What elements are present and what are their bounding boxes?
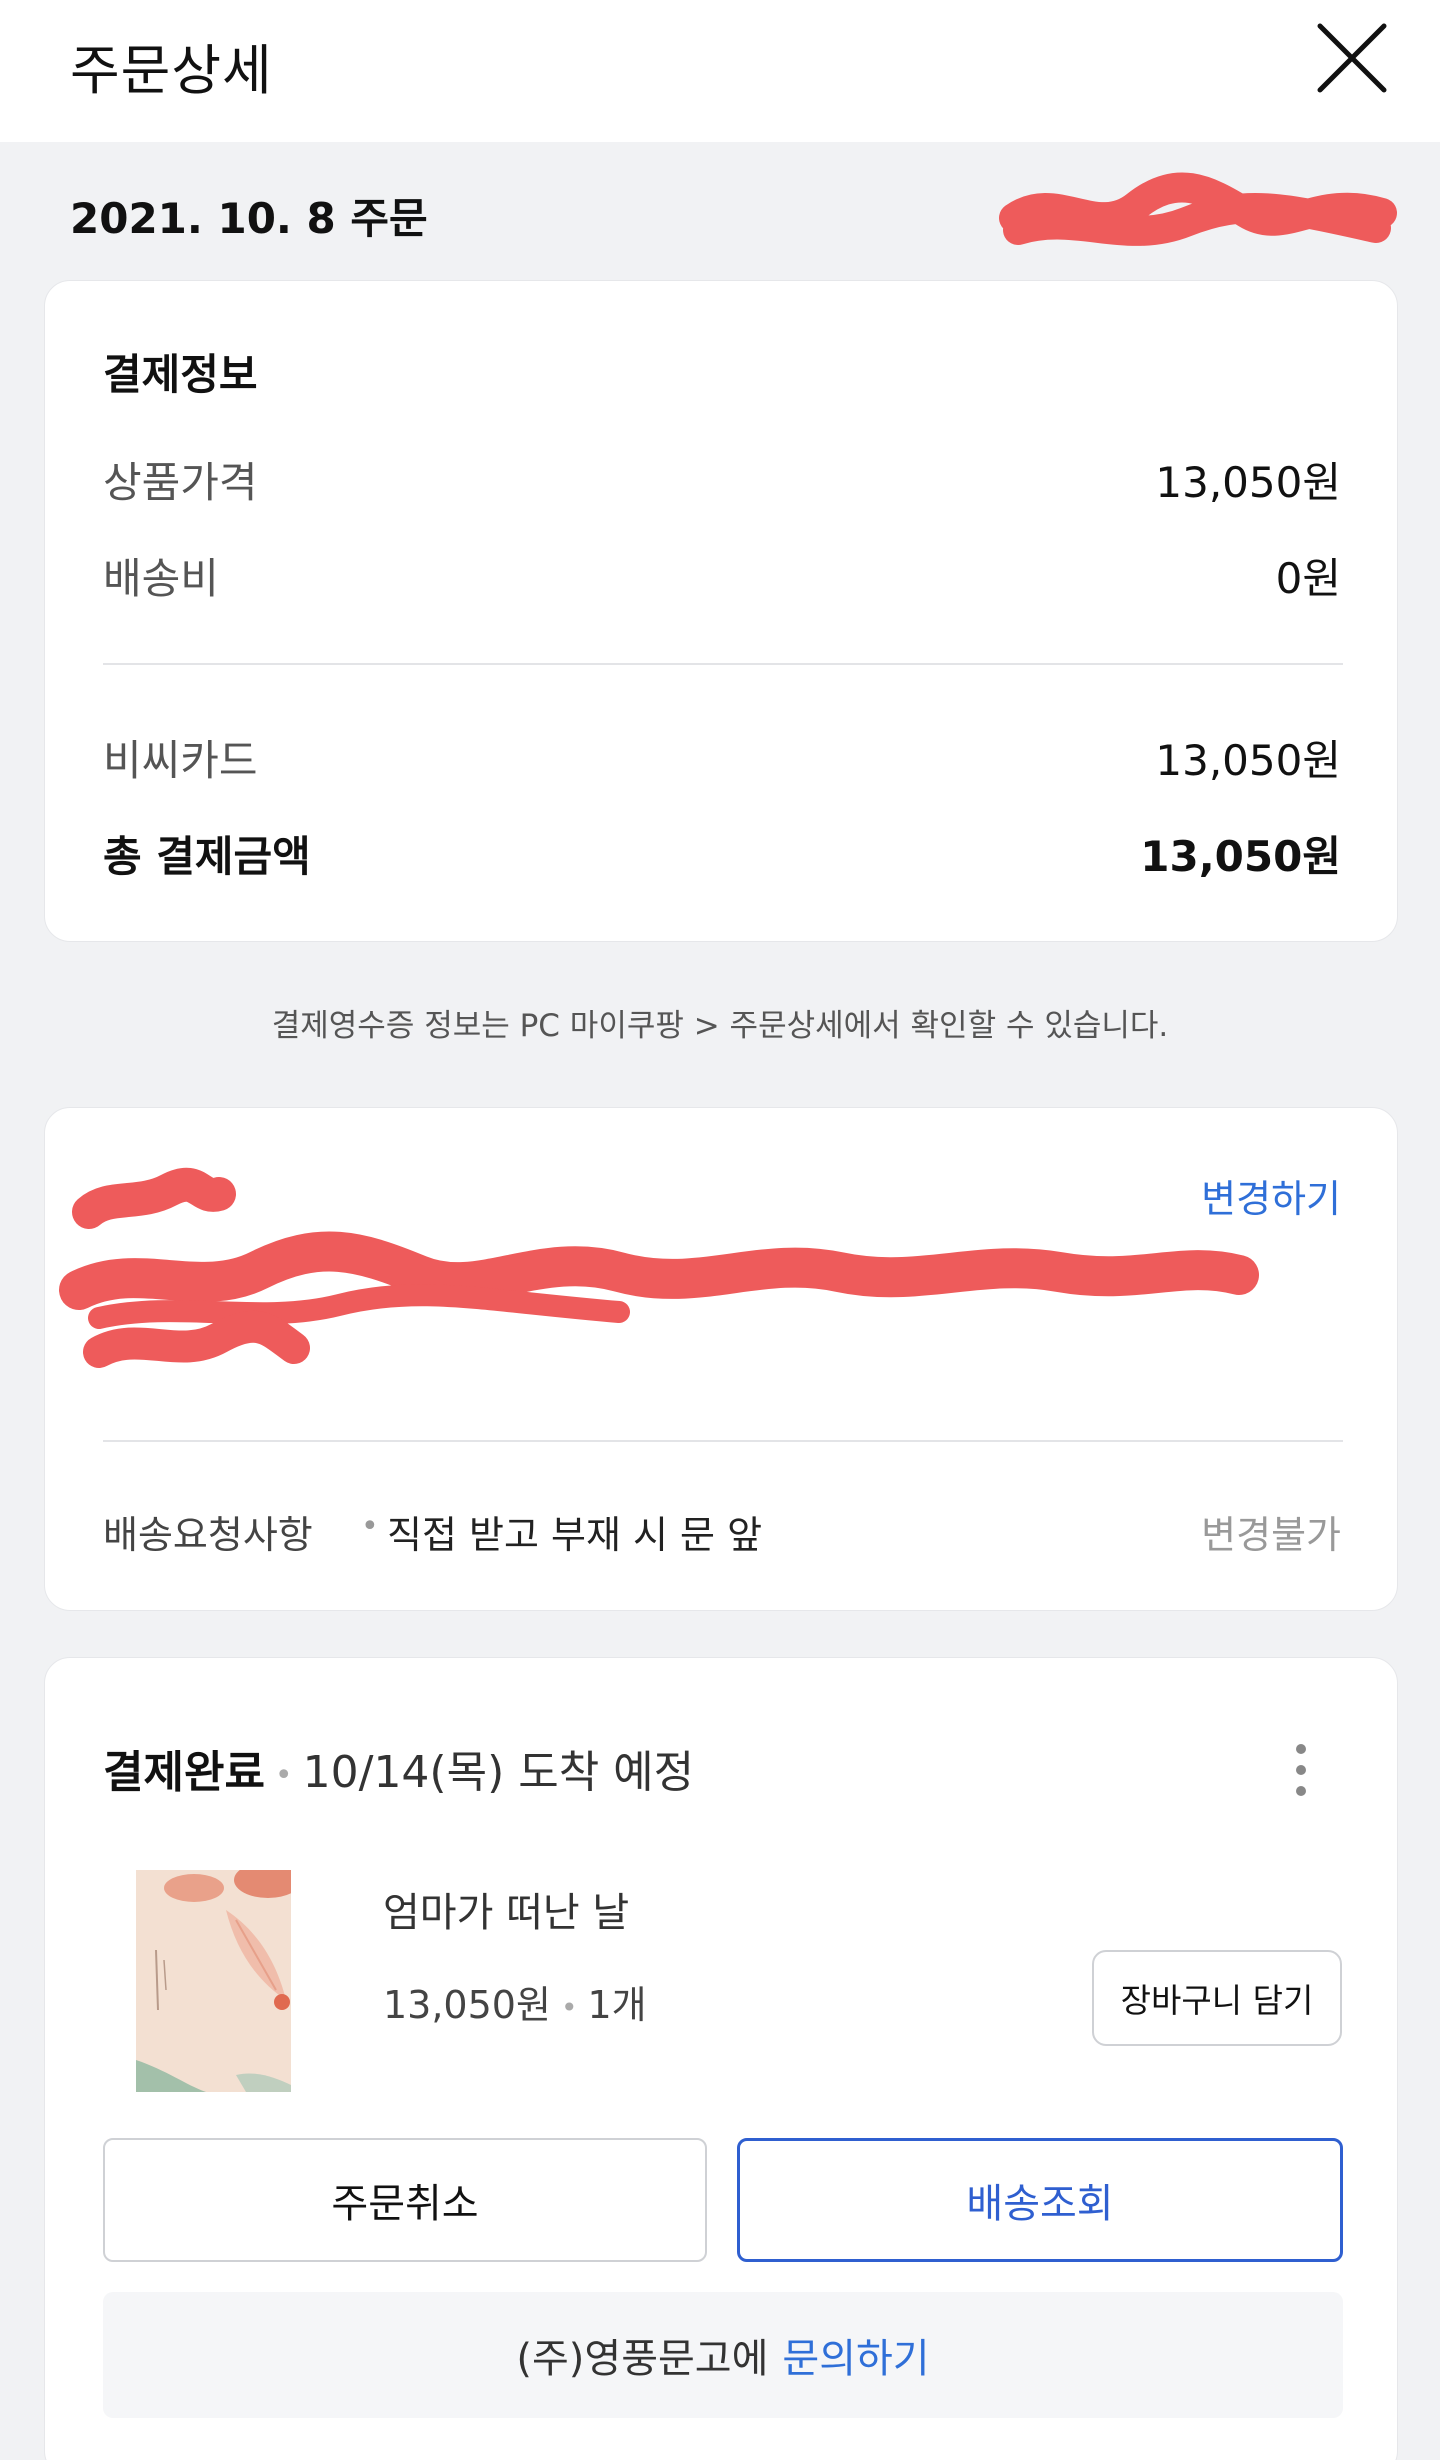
item-price: 13,050원 — [383, 1983, 551, 2027]
cancel-order-button[interactable]: 주문취소 — [103, 2138, 707, 2262]
total-payment-label: 총 결제금액 — [103, 832, 311, 881]
order-status-line: 결제완료 • 10/14(목) 도착 예정 — [103, 1736, 694, 1800]
payment-info-card: 결제정보 상품가격 13,050원 배송비 0원 비씨카드 13,050원 총 … — [44, 280, 1398, 942]
close-button[interactable] — [1312, 18, 1392, 98]
delivery-request-status: 변경불가 — [1201, 1513, 1341, 1557]
product-price-label: 상품가격 — [103, 458, 258, 507]
total-payment-value: 13,050원 — [1140, 832, 1341, 881]
separator-dot: • — [274, 1757, 293, 1793]
book-cover-image[interactable] — [136, 1870, 291, 2092]
payment-title: 결제정보 — [103, 350, 258, 399]
book-cover-illustration — [136, 1870, 291, 2092]
product-price-value: 13,050원 — [1155, 458, 1341, 507]
inquiry-link[interactable]: 문의하기 — [782, 2326, 929, 2384]
delivery-request-value: 직접 받고 부재 시 문 앞 — [387, 1513, 763, 1557]
header-bar: 주문상세 — [0, 0, 1440, 142]
change-address-link[interactable]: 변경하기 — [1201, 1168, 1341, 1223]
delivery-eta: 10/14(목) 도착 예정 — [302, 1747, 695, 1798]
item-price-line: 13,050원 • 1개 — [383, 1974, 647, 2029]
payment-divider — [103, 663, 1343, 665]
more-options-icon[interactable] — [1281, 1740, 1321, 1800]
card-payment-value: 13,050원 — [1155, 736, 1341, 785]
shipping-fee-value: 0원 — [1275, 554, 1341, 603]
close-icon — [1317, 23, 1387, 93]
order-date: 2021. 10. 8 주문 — [70, 194, 428, 243]
bullet-dot: • — [361, 1509, 379, 1544]
order-status: 결제완료 — [103, 1747, 265, 1798]
redaction-mark-address — [59, 1167, 1259, 1368]
item-quantity: 1개 — [587, 1983, 647, 2027]
address-divider — [103, 1440, 1343, 1442]
redaction-mark-order-number — [999, 172, 1397, 246]
delivery-request-label: 배송요청사항 — [103, 1513, 313, 1557]
card-payment-label: 비씨카드 — [103, 736, 258, 785]
seller-name: (주)영풍문고에 — [516, 2336, 769, 2382]
order-item-card: 결제완료 • 10/14(목) 도착 예정 엄마가 떠난 날 13,050원 • 1개 … — [44, 1657, 1398, 2460]
add-to-cart-button[interactable]: 장바구니 담기 — [1092, 1950, 1342, 2046]
shipping-address-card: 변경하기 배송요청사항 • 직접 받고 부재 시 문 앞 변경불가 — [44, 1107, 1398, 1611]
seller-inquiry-box: (주)영풍문고에 문의하기 — [103, 2292, 1343, 2418]
item-title[interactable]: 엄마가 떠난 날 — [383, 1880, 629, 1938]
page-title: 주문상세 — [70, 39, 273, 102]
track-delivery-button[interactable]: 배송조회 — [737, 2138, 1343, 2262]
separator-dot: • — [560, 1991, 578, 2024]
shipping-fee-label: 배송비 — [103, 554, 219, 603]
receipt-note: 결제영수증 정보는 PC 마이쿠팡 > 주문상세에서 확인할 수 있습니다. — [271, 1008, 1169, 1044]
